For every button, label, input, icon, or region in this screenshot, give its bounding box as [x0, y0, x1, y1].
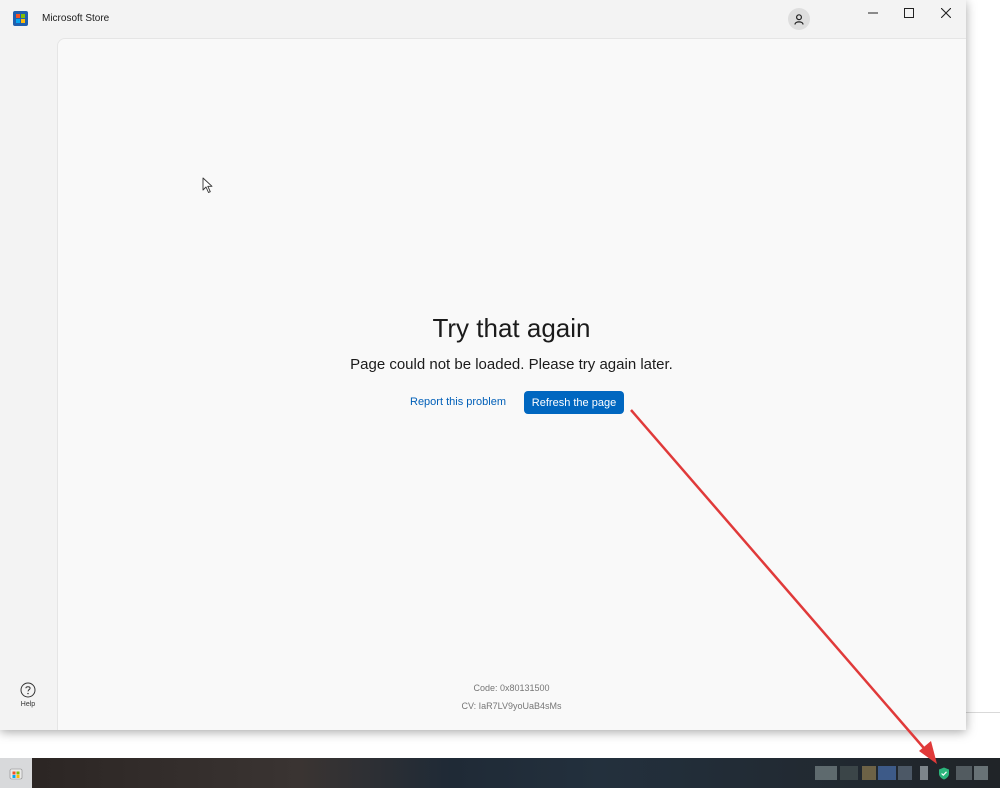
- maximize-button[interactable]: [891, 0, 927, 26]
- close-icon: [941, 8, 951, 18]
- tray-icon[interactable]: [862, 766, 876, 780]
- refresh-page-button[interactable]: Refresh the page: [524, 391, 624, 414]
- minimize-icon: [868, 12, 878, 14]
- microsoft-store-icon: [13, 11, 28, 26]
- taskbar: [0, 758, 1000, 788]
- security-shield-icon[interactable]: [938, 767, 950, 780]
- content-area: Try that again Page could not be loaded.…: [57, 38, 966, 730]
- help-label: Help: [20, 701, 36, 708]
- sidebar: Help: [0, 38, 57, 730]
- tray-icon[interactable]: [898, 766, 912, 780]
- maximize-icon: [904, 8, 914, 18]
- mouse-cursor-icon: [202, 177, 213, 193]
- error-message: Page could not be loaded. Please try aga…: [350, 356, 673, 373]
- desktop-divider: [966, 712, 1000, 713]
- help-button[interactable]: Help: [9, 682, 47, 708]
- person-icon: [794, 13, 804, 25]
- store-window: Microsoft Store Help Try that again Page…: [0, 0, 966, 730]
- minimize-button[interactable]: [855, 0, 891, 26]
- help-icon: [20, 682, 36, 698]
- profile-button[interactable]: [788, 8, 810, 30]
- tray-icon[interactable]: [840, 766, 858, 780]
- correlation-vector: CV: IaR7LV9yoUaB4sMs: [461, 701, 562, 711]
- tray-icon[interactable]: [956, 766, 972, 780]
- title-bar[interactable]: Microsoft Store: [0, 0, 966, 38]
- tray-icon[interactable]: [815, 766, 837, 780]
- error-title: Try that again: [432, 313, 591, 343]
- error-code: Code: 0x80131500: [473, 683, 550, 693]
- desktop-background: [0, 730, 1000, 758]
- desktop-background-right: [966, 0, 1000, 758]
- window-title: Microsoft Store: [42, 13, 110, 24]
- store-taskbar-icon: [9, 768, 23, 780]
- report-problem-link[interactable]: Report this problem: [410, 396, 506, 408]
- tray-icon[interactable]: [878, 766, 896, 780]
- tray-icon[interactable]: [920, 766, 928, 780]
- store-taskbar-button[interactable]: [0, 758, 32, 788]
- tray-icon[interactable]: [974, 766, 988, 780]
- close-button[interactable]: [928, 0, 964, 26]
